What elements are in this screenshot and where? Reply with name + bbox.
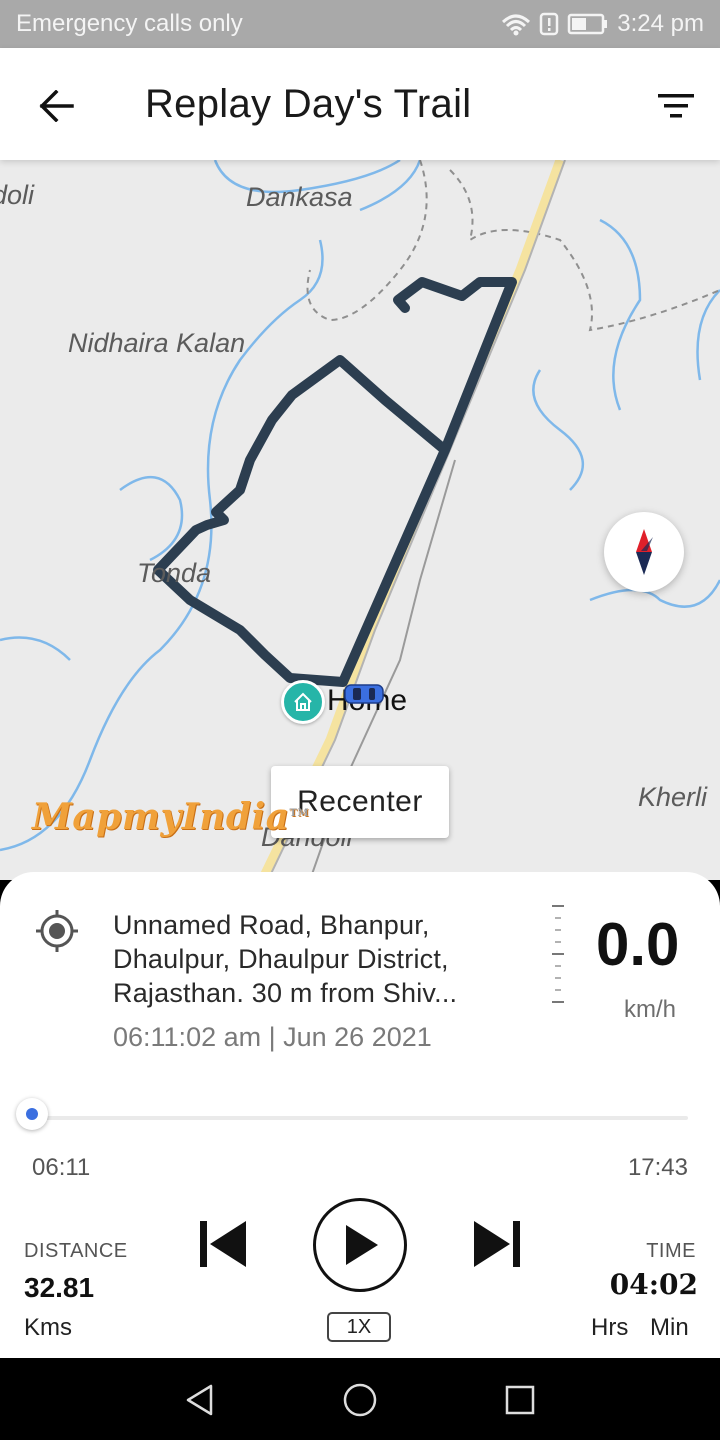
trip-info-sheet: Unnamed Road, Bhanpur, Dhaulpur, Dhaulpu…	[0, 872, 720, 1358]
skip-next-icon	[474, 1221, 520, 1267]
time-unit-hours: Hrs	[591, 1314, 629, 1341]
speed-gauge-icon	[552, 905, 564, 1003]
address-text: Unnamed Road, Bhanpur, Dhaulpur, Dhaulpu…	[113, 910, 458, 1008]
play-icon	[346, 1225, 378, 1265]
home-icon	[294, 692, 312, 711]
distance-value: 32.81	[24, 1272, 95, 1303]
arrow-back-icon	[39, 90, 74, 122]
place-label: Tonda	[137, 558, 212, 588]
car-icon	[344, 684, 384, 704]
speed-unit: km/h	[624, 996, 677, 1023]
nav-recents-button[interactable]	[496, 1376, 544, 1424]
map-view[interactable]: doli Dankasa Nidhaira Kalan Tonda Kherli…	[0, 160, 720, 880]
page-title: Replay Day's Trail	[145, 82, 472, 126]
timeline-start: 06:11	[32, 1154, 91, 1181]
timeline-slider[interactable]	[32, 1116, 688, 1120]
distance-label: DISTANCE	[24, 1240, 128, 1262]
battery-icon	[568, 13, 608, 35]
system-nav-bar	[0, 1358, 720, 1440]
wifi-icon	[502, 14, 531, 36]
timestamp: 06:11:02 am | Jun 26 2021	[113, 1022, 432, 1052]
car-marker	[343, 682, 387, 711]
place-label: Dankasa	[246, 182, 353, 212]
compass-icon	[636, 529, 653, 575]
nav-home-button[interactable]	[336, 1376, 384, 1424]
place-label: doli	[0, 180, 35, 210]
status-icons: 3:24 pm	[501, 10, 704, 38]
map-logo: MapmyIndiaTM	[32, 796, 310, 838]
skip-previous-icon	[200, 1221, 246, 1267]
timeline-slider-thumb[interactable]	[16, 1098, 48, 1130]
app-bar: Replay Day's Trail	[0, 48, 720, 160]
time-label: TIME	[646, 1240, 696, 1262]
filter-icon	[658, 94, 694, 118]
nav-home-icon	[343, 1383, 377, 1417]
filter-button[interactable]	[648, 82, 704, 130]
playback-speed-button[interactable]: 1X	[327, 1312, 391, 1342]
nav-back-button[interactable]	[176, 1376, 224, 1424]
status-bar: Emergency calls only 3:24 pm	[0, 0, 720, 48]
back-button[interactable]	[28, 78, 84, 134]
place-label: Nidhaira Kalan	[68, 328, 246, 358]
play-button[interactable]	[313, 1198, 407, 1292]
timeline-end: 17:43	[627, 1154, 688, 1181]
home-marker[interactable]	[281, 680, 325, 724]
skip-previous-button[interactable]	[192, 1216, 252, 1272]
nav-recents-icon	[505, 1385, 535, 1415]
nav-back-icon	[186, 1384, 213, 1416]
time-value: 04:02	[609, 1268, 698, 1301]
place-label: Kherli	[638, 782, 708, 812]
time-unit-minutes: Min	[650, 1314, 689, 1341]
speed-value: 0.0	[596, 911, 680, 978]
skip-next-button[interactable]	[468, 1216, 528, 1272]
location-icon	[34, 908, 80, 959]
status-time: 3:24 pm	[617, 10, 704, 37]
compass-button[interactable]	[604, 512, 684, 592]
distance-unit: Kms	[24, 1314, 72, 1341]
alert-icon	[540, 12, 559, 36]
carrier-text: Emergency calls only	[16, 10, 243, 37]
